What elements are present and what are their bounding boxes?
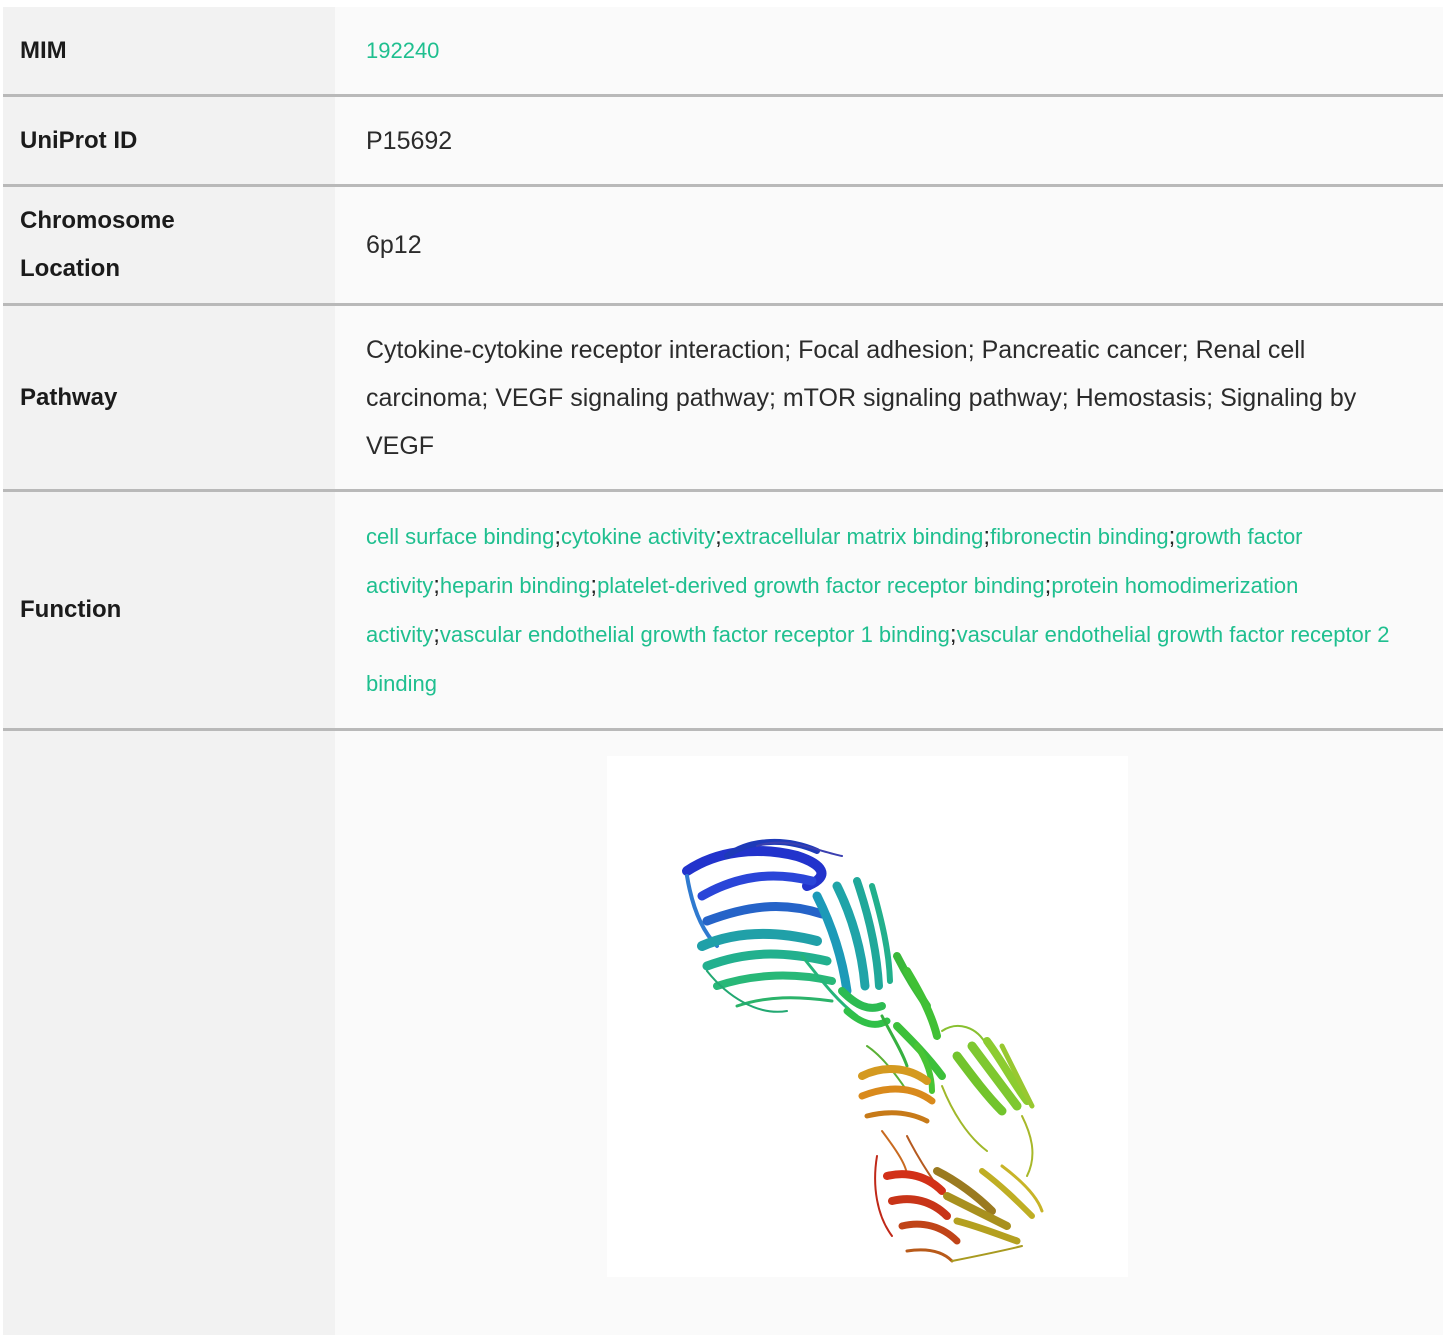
function-term-link[interactable]: platelet-derived growth factor receptor … [597,573,1045,598]
row-structure-image [3,729,1443,1335]
mim-value-cell: 192240 [335,7,1443,97]
chromosome-label-line1: Chromosome [20,207,175,234]
function-term-separator: ; [949,621,957,648]
mim-label: MIM [3,7,335,97]
function-term-link[interactable]: extracellular matrix binding [722,524,984,549]
row-pathway: Pathway Cytokine-cytokine receptor inter… [3,304,1443,492]
pathway-value: Cytokine-cytokine receptor interaction; … [335,304,1443,492]
function-value: cell surface binding;cytokine activity;e… [335,490,1443,731]
row-uniprot: UniProt ID P15692 [3,95,1443,187]
function-term-link[interactable]: heparin binding [440,573,590,598]
function-term-link[interactable]: fibronectin binding [990,524,1169,549]
function-term-separator: ; [433,621,440,648]
function-term-link[interactable]: vascular endothelial growth factor recep… [440,622,950,647]
protein-structure-ribbon-icon [682,838,1044,1263]
structure-value-cell [335,729,1443,1335]
chromosome-location-label: Chromosome Location [3,185,335,306]
function-term-separator: ; [433,572,440,599]
protein-structure-image [607,756,1128,1277]
mim-link[interactable]: 192240 [366,38,439,63]
function-term-link[interactable]: cytokine activity [561,524,715,549]
chromosome-location-value: 6p12 [335,185,1443,306]
function-term-list: cell surface binding;cytokine activity;e… [366,523,1389,696]
function-term-separator: ; [715,523,722,550]
function-label: Function [3,490,335,731]
gene-info-table: MIM 192240 UniProt ID P15692 Chromosome … [3,7,1443,1335]
chromosome-label-line2: Location [20,255,120,282]
function-term-link[interactable]: cell surface binding [366,524,554,549]
row-chromosome-location: Chromosome Location 6p12 [3,185,1443,306]
function-term-separator: ; [554,523,562,550]
structure-label-cell [3,729,335,1335]
row-function: Function cell surface binding;cytokine a… [3,490,1443,731]
row-mim: MIM 192240 [3,7,1443,97]
uniprot-value: P15692 [335,95,1443,187]
uniprot-label: UniProt ID [3,95,335,187]
pathway-label: Pathway [3,304,335,492]
